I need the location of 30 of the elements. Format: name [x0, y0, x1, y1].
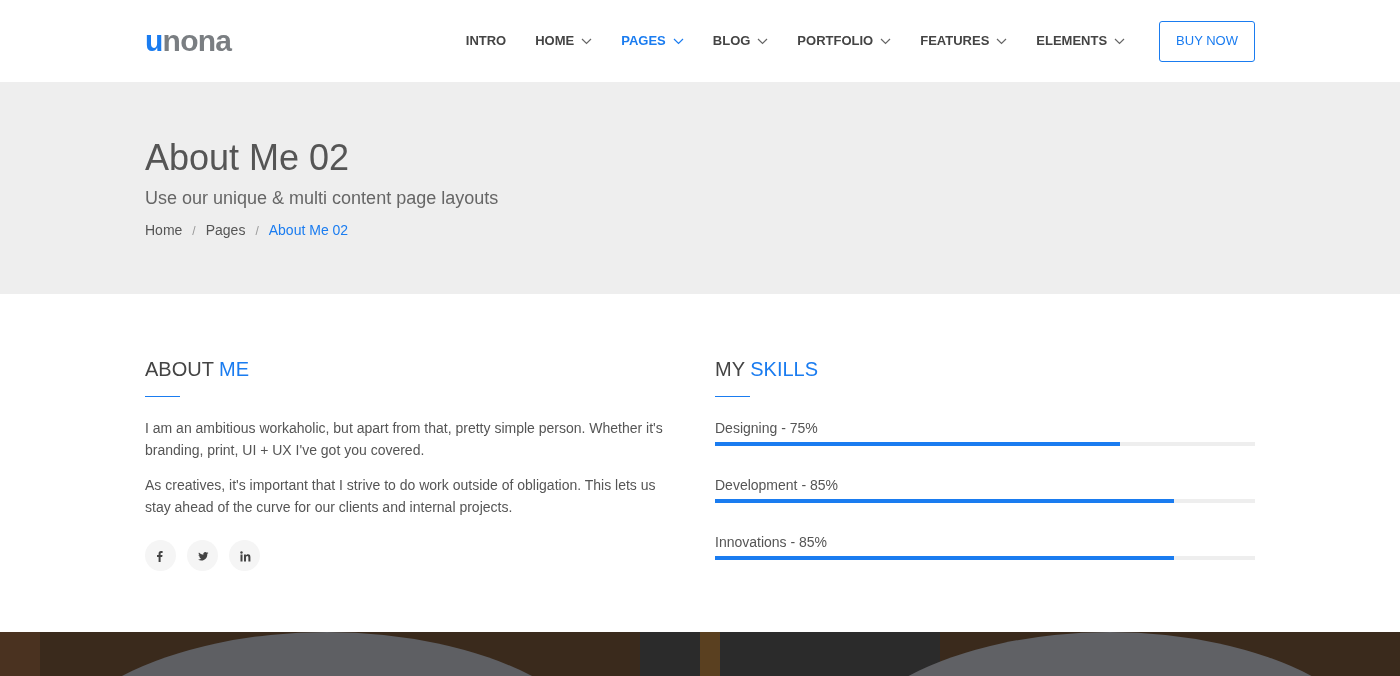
- facebook-button[interactable]: [145, 540, 176, 571]
- linkedin-icon: [238, 549, 251, 562]
- paragraph: As creatives, it's important that I strive to do work outside of obligation. This lets us stay ahead of the curve for our clients and internal projects.: [145, 476, 657, 517]
- skill-label: Innovations - 85%: [715, 533, 829, 551]
- buy-now-button[interactable]: BUY NOW: [1159, 20, 1255, 62]
- nav-link[interactable]: PAGES: [621, 31, 684, 51]
- skill-label: Development - 85%: [715, 476, 839, 494]
- section-heading: MY SKILLS: [715, 357, 820, 382]
- twitter-button[interactable]: [187, 540, 218, 571]
- nav-link[interactable]: INTRO: [465, 31, 507, 51]
- section-heading: ABOUT ME: [145, 357, 251, 382]
- page-title: About Me 02: [145, 136, 351, 180]
- breadcrumb-link[interactable]: Pages: [205, 220, 246, 241]
- current-page-label: About Me 02: [268, 221, 349, 240]
- page-subtitle: Use our unique & multi content page layouts: [145, 187, 500, 210]
- heading-underline: [145, 396, 180, 397]
- twitter-icon: [196, 549, 209, 562]
- nav-link[interactable]: HOME: [535, 31, 593, 51]
- nav-link[interactable]: ELEMENTS: [1036, 31, 1126, 51]
- logo[interactable]: unona: [145, 26, 232, 56]
- linkedin-button[interactable]: [229, 540, 260, 571]
- skill-label: Designing - 75%: [715, 419, 819, 437]
- breadcrumb-link[interactable]: Home: [145, 220, 183, 241]
- breadcrumb-separator: /: [255, 222, 259, 240]
- nav-link[interactable]: BLOG: [712, 31, 769, 51]
- heading-underline: [715, 396, 750, 397]
- nav-link[interactable]: FEATURES: [920, 31, 1008, 51]
- breadcrumb-separator: /: [192, 222, 196, 240]
- paragraph: I am an ambitious workaholic, but apart from that, pretty simple person. Whether it's branding, print, UI + UX I've got you covered.: [145, 419, 664, 460]
- nav-link[interactable]: PORTFOLIO: [797, 31, 892, 51]
